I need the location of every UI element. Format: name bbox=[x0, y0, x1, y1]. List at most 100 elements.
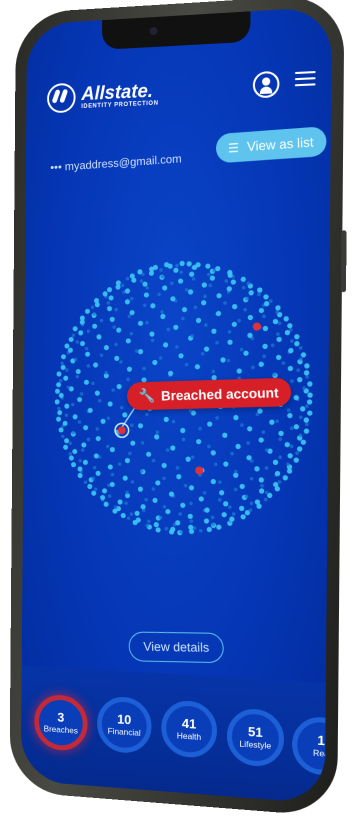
sphere-dot bbox=[207, 273, 211, 277]
sphere-dot bbox=[76, 375, 79, 379]
hamburger-menu-icon[interactable] bbox=[295, 67, 316, 91]
sphere-dot bbox=[248, 315, 253, 320]
sphere-dot bbox=[73, 326, 78, 331]
category-bar: 3 Breaches 10 Financial 41 Health 51 Lif… bbox=[21, 666, 326, 804]
sphere-dot bbox=[211, 479, 216, 484]
sphere-dot bbox=[162, 476, 166, 480]
sphere-dot bbox=[67, 386, 70, 390]
sphere-dot bbox=[118, 462, 122, 466]
sphere-dot bbox=[126, 277, 130, 281]
sphere-dot bbox=[131, 480, 135, 484]
sphere-dot bbox=[262, 430, 266, 434]
sphere-dot bbox=[263, 294, 268, 299]
sphere-dot bbox=[232, 304, 237, 309]
sphere-dot bbox=[144, 498, 148, 502]
app-screen: Allstate. IDENTITY PROTECTION ••• myaddr… bbox=[21, 6, 332, 803]
sphere-dot bbox=[59, 427, 64, 432]
sphere-dot bbox=[108, 494, 112, 498]
sphere-dot bbox=[107, 416, 111, 420]
sphere-dot bbox=[138, 349, 143, 354]
category-financial[interactable]: 10 Financial bbox=[97, 695, 152, 754]
sphere-dot bbox=[125, 299, 130, 304]
sphere-dot bbox=[239, 506, 244, 511]
sphere-dot bbox=[65, 368, 68, 372]
sphere-dot bbox=[152, 459, 156, 463]
sphere-dot bbox=[94, 487, 97, 491]
sphere-dot bbox=[98, 399, 101, 403]
sphere-dot bbox=[152, 498, 157, 503]
view-details-button[interactable]: View details bbox=[128, 632, 224, 664]
category-label: Health bbox=[166, 729, 212, 743]
sphere-dot bbox=[71, 403, 74, 407]
sphere-dot bbox=[301, 439, 306, 444]
sphere-dot bbox=[124, 501, 128, 505]
sphere-dot bbox=[180, 503, 185, 508]
sphere-dot bbox=[294, 341, 299, 346]
sphere-dot bbox=[232, 322, 237, 327]
sphere-dot bbox=[234, 470, 238, 474]
sphere-dot bbox=[165, 527, 169, 531]
sphere-dot bbox=[64, 343, 69, 348]
account-icon[interactable] bbox=[253, 71, 280, 99]
sphere-dot bbox=[178, 278, 183, 283]
sphere-dot bbox=[204, 346, 209, 351]
sphere-dot bbox=[55, 389, 60, 394]
sphere-dot bbox=[223, 501, 228, 506]
sphere-dot bbox=[186, 457, 191, 462]
sphere-dot bbox=[299, 357, 303, 361]
category-health[interactable]: 41 Health bbox=[161, 699, 217, 759]
sphere-dot bbox=[78, 459, 81, 463]
sphere-dot bbox=[138, 487, 143, 492]
sphere-dot bbox=[81, 448, 84, 452]
sphere-dot bbox=[249, 290, 254, 295]
sphere-dot bbox=[108, 401, 113, 406]
sphere-dot bbox=[273, 372, 277, 376]
sphere-dot bbox=[278, 437, 282, 441]
sphere-dot bbox=[73, 414, 78, 419]
sphere-dot bbox=[201, 352, 205, 356]
alert-node bbox=[253, 323, 261, 331]
sphere-dot bbox=[145, 413, 149, 417]
sphere-dot bbox=[96, 436, 101, 441]
sphere-dot bbox=[235, 444, 240, 449]
category-real-estate[interactable]: 1 Rea bbox=[292, 716, 332, 777]
sphere-dot bbox=[125, 288, 130, 293]
sphere-dot bbox=[172, 420, 176, 424]
sphere-dot bbox=[57, 410, 62, 415]
view-as-list-button[interactable]: ☰ View as list bbox=[216, 126, 327, 163]
sphere-dot bbox=[276, 355, 281, 360]
sphere-dot bbox=[190, 519, 194, 523]
category-lifestyle[interactable]: 51 Lifestyle bbox=[227, 707, 284, 768]
sphere-dot bbox=[159, 268, 163, 272]
sphere-dot bbox=[170, 281, 174, 285]
category-breaches[interactable]: 3 Breaches bbox=[34, 694, 88, 752]
sphere-dot bbox=[289, 328, 293, 332]
sphere-dot bbox=[116, 328, 121, 333]
sphere-dot bbox=[175, 264, 179, 268]
category-label: Rea bbox=[297, 746, 332, 761]
sphere-dot bbox=[156, 430, 160, 434]
sphere-dot bbox=[228, 330, 232, 334]
sphere-dot bbox=[63, 445, 68, 450]
sphere-dot bbox=[157, 293, 161, 297]
sphere-dot bbox=[247, 426, 252, 431]
sphere-dot bbox=[159, 356, 163, 360]
allstate-hands-icon bbox=[47, 83, 76, 114]
sphere-dot bbox=[228, 505, 232, 509]
sphere-dot bbox=[65, 413, 68, 417]
sphere-dot bbox=[264, 498, 268, 502]
sphere-dot bbox=[176, 474, 181, 479]
sphere-dot bbox=[178, 353, 183, 358]
sphere-dot bbox=[112, 325, 116, 329]
sphere-dot bbox=[230, 452, 234, 456]
sphere-dot bbox=[69, 455, 74, 460]
breached-account-callout[interactable]: 🔧 Breached account bbox=[127, 378, 292, 411]
sphere-dot bbox=[128, 314, 132, 318]
sphere-dot bbox=[290, 426, 294, 430]
sphere-dot bbox=[273, 482, 278, 487]
sphere-dot bbox=[60, 362, 63, 366]
sphere-dot bbox=[219, 490, 224, 495]
sphere-dot bbox=[307, 392, 312, 397]
sphere-dot bbox=[121, 284, 125, 288]
sphere-dot bbox=[114, 343, 118, 347]
